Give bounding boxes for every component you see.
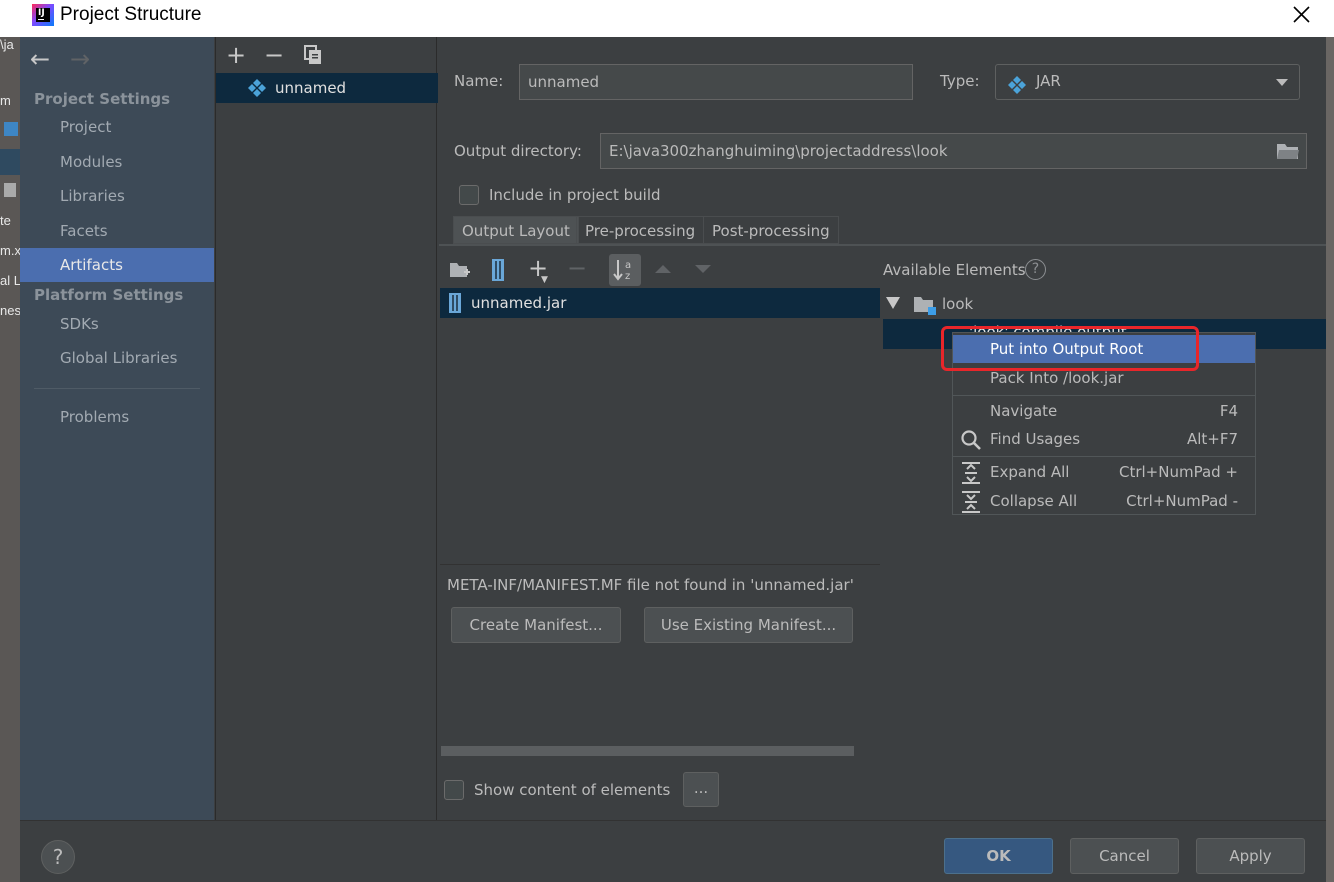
show-content-checkbox[interactable] [444,780,464,800]
highlight-annotation [941,326,1199,371]
sidebar-item-libraries[interactable]: Libraries [20,179,214,213]
chevron-down-icon [1276,79,1288,86]
menu-item-find-usages[interactable]: Find Usages Alt+F7 [953,425,1255,453]
jar-artifact-icon [1008,73,1026,94]
name-label: Name: [454,72,504,90]
browse-folder-icon[interactable] [1276,141,1300,161]
window-title: Project Structure [60,4,202,25]
tab-post-processing[interactable]: Post-processing [703,216,839,244]
tab-pre-processing[interactable]: Pre-processing [576,216,705,244]
background-window-right [1326,37,1334,882]
jar-file-icon[interactable] [490,259,506,281]
background-text: m.x [0,243,20,258]
output-directory-field[interactable]: E:\java300zhanghuiming\projectaddress\lo… [600,133,1307,169]
platform-settings-header: Platform Settings [34,286,184,304]
type-select[interactable]: JAR [995,64,1300,100]
back-arrow-icon[interactable]: ← [30,47,50,71]
sidebar-divider [34,388,200,389]
svg-text:z: z [625,271,630,282]
sidebar-item-facets[interactable]: Facets [20,214,214,248]
sidebar-item-global-libraries[interactable]: Global Libraries [20,341,214,375]
background-selection [0,149,20,175]
background-text: nes [0,303,20,318]
copy-icon[interactable] [304,45,322,65]
file-icon [4,183,16,197]
menu-divider [953,395,1255,396]
help-button[interactable]: ? [41,840,75,874]
settings-sidebar: ← → Project Settings Project Modules Lib… [20,37,214,820]
artifact-name: unnamed [275,79,347,97]
include-in-build-checkbox[interactable] [459,185,479,205]
background-window: \ja m te m.x al L nes [0,37,20,882]
tabs-underline [439,244,1326,246]
horizontal-scrollbar[interactable] [441,746,854,756]
jar-name: unnamed.jar [471,294,567,312]
background-text: \ja [0,37,14,52]
sidebar-item-sdks[interactable]: SDKs [20,307,214,341]
menu-item-collapse-all[interactable]: Collapse All Ctrl+NumPad - [953,487,1255,515]
apply-button[interactable]: Apply [1196,838,1305,874]
manifest-divider [440,564,880,565]
sort-alphabetically-icon[interactable]: az [609,254,641,286]
move-up-icon[interactable] [655,265,671,273]
sidebar-item-modules[interactable]: Modules [20,145,214,179]
menu-divider [953,456,1255,457]
folder-icon [4,122,18,136]
remove-element-icon[interactable]: − [567,256,587,280]
expand-all-icon [962,462,980,484]
use-existing-manifest-button[interactable]: Use Existing Manifest... [644,607,853,643]
cancel-button[interactable]: Cancel [1070,838,1179,874]
menu-item-expand-all[interactable]: Expand All Ctrl+NumPad + [953,458,1255,486]
more-options-button[interactable]: ... [683,772,719,807]
list-item[interactable]: unnamed [216,73,438,103]
type-value: JAR [1036,72,1061,90]
layout-tree-item[interactable]: unnamed.jar [440,288,880,318]
title-bar: IJ Project Structure [0,0,1334,37]
show-content-label: Show content of elements [474,781,671,799]
jar-artifact-icon [248,79,266,97]
forward-arrow-icon[interactable]: → [70,47,90,71]
manifest-message: META-INF/MANIFEST.MF file not found in '… [447,576,854,594]
background-text: te [0,213,11,228]
menu-item-navigate[interactable]: Navigate F4 [953,397,1255,425]
output-directory-label: Output directory: [454,142,582,160]
chevron-down-icon: ▼ [541,275,548,285]
project-settings-header: Project Settings [34,90,171,108]
ok-button[interactable]: OK [944,838,1053,874]
name-field[interactable]: unnamed [519,64,913,100]
background-text: m [0,93,11,108]
tree-item-look[interactable]: look [942,295,973,313]
expand-triangle-icon[interactable] [886,297,900,309]
help-icon[interactable]: ? [1025,259,1046,280]
include-in-build-label: Include in project build [489,186,661,204]
intellij-logo-icon: IJ [32,4,54,26]
sidebar-item-artifacts[interactable]: Artifacts [20,248,214,282]
search-icon [960,429,982,451]
add-icon[interactable]: + [226,43,246,67]
type-label: Type: [940,72,980,90]
svg-text:a: a [625,260,631,271]
close-icon[interactable] [1286,0,1316,30]
move-down-icon[interactable] [695,265,711,273]
module-folder-icon [913,294,937,316]
collapse-all-icon [962,491,980,513]
sidebar-item-problems[interactable]: Problems [20,400,214,434]
available-elements-title: Available Elements [883,261,1026,279]
new-directory-icon[interactable] [449,260,471,280]
sidebar-item-project[interactable]: Project [20,110,214,144]
jar-file-icon [448,293,462,313]
tab-output-layout[interactable]: Output Layout [453,216,579,244]
background-text: al L [0,273,20,288]
artifact-list-panel: + − unnamed [215,37,438,820]
remove-icon[interactable]: − [264,43,284,67]
create-manifest-button[interactable]: Create Manifest... [451,607,621,643]
